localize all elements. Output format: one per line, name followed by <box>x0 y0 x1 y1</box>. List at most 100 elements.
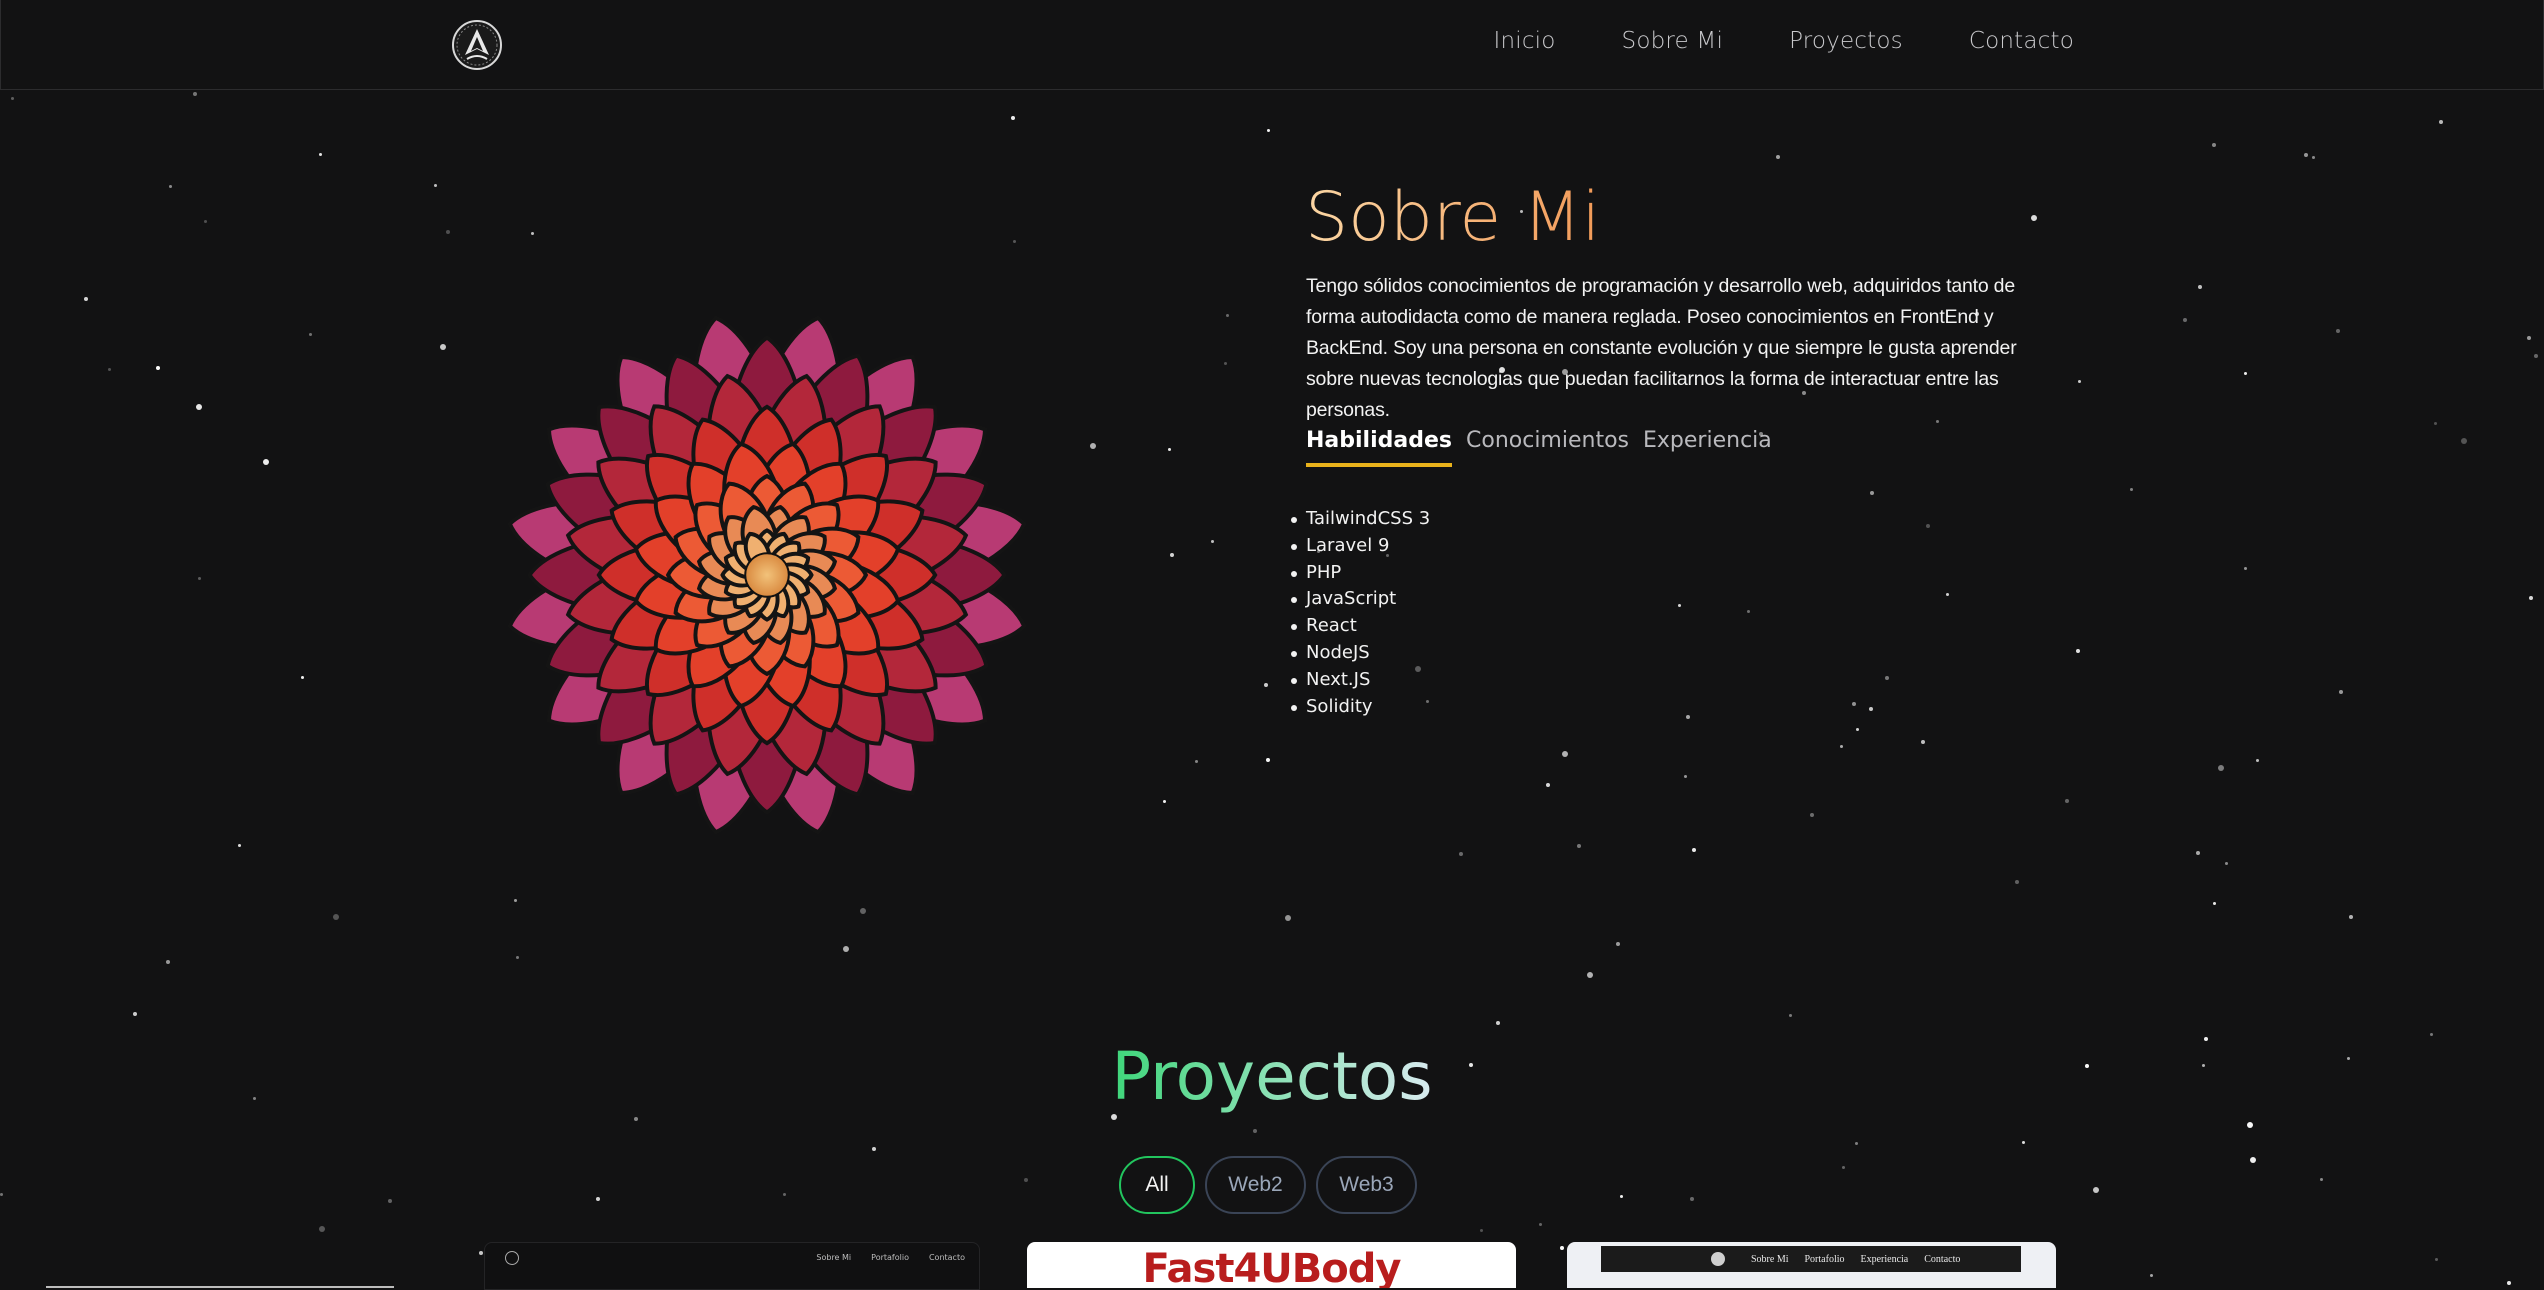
star <box>1692 848 1697 853</box>
star <box>168 184 172 188</box>
star <box>332 914 339 921</box>
card-nav-item: Portafolio <box>871 1253 909 1262</box>
star <box>195 403 202 410</box>
star <box>2065 798 2070 803</box>
star <box>2129 488 2133 492</box>
star <box>2435 1258 2439 1262</box>
card-logo-icon <box>505 1251 519 1265</box>
star <box>1162 800 1166 804</box>
nav-link-contacto[interactable]: Contacto <box>1969 28 2074 54</box>
nav-link-proyectos[interactable]: Proyectos <box>1789 28 1903 54</box>
skills-list: TailwindCSS 3 Laravel 9 PHP JavaScript R… <box>1290 506 1430 721</box>
star <box>1479 1229 1483 1233</box>
star <box>1775 154 1780 159</box>
star <box>2439 120 2444 125</box>
star <box>1267 129 1271 133</box>
star <box>1169 552 1174 557</box>
nav-link-inicio[interactable]: Inicio <box>1493 28 1555 54</box>
star <box>1746 609 1750 613</box>
star <box>1683 775 1687 779</box>
star <box>1284 915 1291 922</box>
star <box>2218 764 2225 771</box>
star <box>1545 782 1550 787</box>
star <box>319 152 323 156</box>
mandala-flower-image <box>507 315 1027 835</box>
star <box>1945 592 1949 596</box>
star <box>133 1011 138 1016</box>
star <box>204 219 208 223</box>
star <box>1855 1141 1859 1145</box>
star <box>2336 329 2341 334</box>
star <box>1090 443 1097 450</box>
skill-item: JavaScript <box>1290 586 1430 613</box>
star <box>1023 1178 1028 1182</box>
star <box>2195 850 2200 855</box>
star <box>2320 1178 2324 1182</box>
star <box>595 1197 600 1202</box>
card-nav-item: Portafolio <box>1804 1254 1845 1265</box>
tab-experiencia[interactable]: Experiencia <box>1643 428 1772 467</box>
star <box>440 344 447 351</box>
projects-title: Proyectos <box>0 1038 2544 1115</box>
star <box>478 1250 483 1255</box>
star <box>782 1193 786 1197</box>
card-nav: Sobre Mi Portafolio Experiencia Contacto <box>1751 1254 1960 1265</box>
star <box>2429 1032 2433 1036</box>
skill-item: PHP <box>1290 560 1430 587</box>
tab-conocimientos[interactable]: Conocimientos <box>1466 428 1629 467</box>
star <box>859 908 866 915</box>
logo-icon[interactable] <box>449 17 505 73</box>
star <box>842 946 849 953</box>
star <box>197 577 201 581</box>
filter-all-button[interactable]: All <box>1119 1156 1195 1214</box>
star <box>1926 524 1931 529</box>
card-logo-icon <box>1711 1252 1725 1266</box>
star <box>1869 491 1874 496</box>
star <box>871 1147 876 1152</box>
star <box>1226 314 1230 318</box>
star <box>1496 1021 1501 1026</box>
star <box>387 1198 392 1203</box>
star <box>2244 567 2248 571</box>
project-card-3[interactable]: Sobre Mi Portafolio Experiencia Contacto <box>1567 1242 2056 1288</box>
star <box>1840 744 1844 748</box>
star <box>1012 240 1016 244</box>
star <box>445 229 450 234</box>
card-nav: Sobre Mi Portafolio Contacto <box>816 1253 965 1262</box>
project-card-2[interactable]: Fast4UBody <box>1027 1242 1516 1288</box>
tab-habilidades[interactable]: Habilidades <box>1306 428 1452 467</box>
star <box>1168 448 1172 452</box>
skill-item: React <box>1290 613 1430 640</box>
star <box>633 1117 638 1122</box>
filter-web2-button[interactable]: Web2 <box>1205 1156 1306 1214</box>
star <box>1810 812 1815 817</box>
star <box>1685 715 1690 720</box>
star <box>2225 861 2229 865</box>
star <box>1855 728 1859 732</box>
star <box>1690 1197 1695 1202</box>
star <box>1539 1223 1543 1226</box>
star <box>2433 421 2437 425</box>
nav-link-sobre-mi[interactable]: Sobre Mi <box>1622 28 1724 54</box>
star <box>531 231 534 235</box>
card-nav-item: Sobre Mi <box>1751 1254 1789 1265</box>
star <box>1852 701 1857 706</box>
star <box>1252 1128 1257 1133</box>
star <box>1211 540 1215 544</box>
star <box>1264 682 1269 687</box>
star <box>2534 353 2539 358</box>
project-card-1[interactable]: Sobre Mi Portafolio Contacto <box>484 1242 980 1290</box>
card-nav-item: Sobre Mi <box>816 1253 852 1262</box>
star <box>433 183 437 187</box>
star <box>193 91 198 96</box>
skill-item: Solidity <box>1290 694 1430 721</box>
about-tabs: Habilidades Conocimientos Experiencia <box>1306 428 1772 467</box>
star <box>2348 914 2353 919</box>
skill-item: Laravel 9 <box>1290 533 1430 560</box>
about-description: Tengo sólidos conocimientos de programac… <box>1306 275 2017 421</box>
star <box>2507 1280 2512 1285</box>
skill-item: Next.JS <box>1290 667 1430 694</box>
filter-web3-button[interactable]: Web3 <box>1316 1156 1417 1214</box>
star <box>2021 1141 2025 1145</box>
star <box>1010 115 1015 120</box>
